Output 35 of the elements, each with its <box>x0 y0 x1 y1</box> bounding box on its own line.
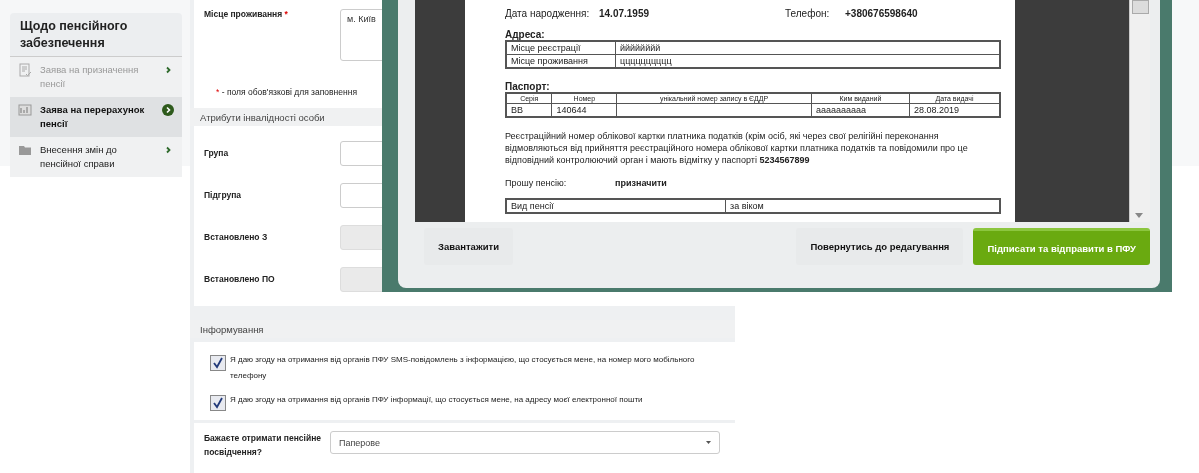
chart-icon <box>18 103 32 117</box>
action-button[interactable]: Повернутись до редагування <box>796 228 964 265</box>
tax-number-text: Реєстраційний номер облікової картки платника податків (крім осіб, які через свої релігійні переконання відмовляються від прийняття реєстраційного номера облікової картки платника податків та повідомили про це відповідний контролюючий орган і мають відмітку у паспорті 5234567899 <box>505 130 969 166</box>
folder-icon <box>18 143 32 157</box>
table-cell: Місце реєстрації <box>506 41 616 55</box>
caret-icon <box>706 441 711 444</box>
field-value: призначити <box>615 178 667 188</box>
chevron-icon <box>162 104 174 116</box>
field-value: 14.07.1959 <box>599 8 651 19</box>
document-icon <box>18 63 32 77</box>
field-label: Група <box>204 148 230 158</box>
scroll-down-arrow-icon[interactable] <box>1135 213 1143 218</box>
checkbox[interactable] <box>210 395 226 411</box>
field-label: Прошу пенсію: <box>505 178 568 188</box>
section-title: Адреса: <box>505 29 546 40</box>
table-cell: йййййййй <box>615 41 1000 55</box>
sidebar-item[interactable]: Заява на перерахунок пенсії <box>10 97 182 137</box>
sidebar-item[interactable]: Внесення змін до пенсійної справи <box>10 137 182 177</box>
dropdown[interactable]: Паперове <box>330 431 720 454</box>
field-label: Встановлено З <box>204 232 269 242</box>
consent-text: Я даю згоду на отримання від органів ПФУ інформації, що стосується мене, на адресу моєї електронної пошти <box>230 394 643 406</box>
field-label: Бажаєте отримати пенсійне посвідчення? <box>204 432 323 459</box>
field-label: Підгрупа <box>204 190 243 200</box>
action-button[interactable]: Завантажити <box>424 228 513 265</box>
section-title: Паспорт: <box>505 81 551 92</box>
field-label: Встановлено ПО <box>204 274 276 284</box>
checkbox[interactable] <box>210 355 226 371</box>
scrollbar[interactable] <box>1129 0 1150 222</box>
field-label: Дата народження: <box>505 8 591 19</box>
consent-text: Я даю згоду на отримання від органів ПФУ SMS-повідомлень з інформацією, що стосується мене, на номер мого мобільного телефону <box>230 354 696 382</box>
scrollbar-thumb[interactable] <box>1132 0 1149 14</box>
field-value: +380676598640 <box>845 8 918 19</box>
field-label: Місце проживання * <box>204 9 289 21</box>
field-label: Телефон: <box>785 8 831 19</box>
required-note: * - поля обов'язкові для заповнення <box>216 87 357 97</box>
